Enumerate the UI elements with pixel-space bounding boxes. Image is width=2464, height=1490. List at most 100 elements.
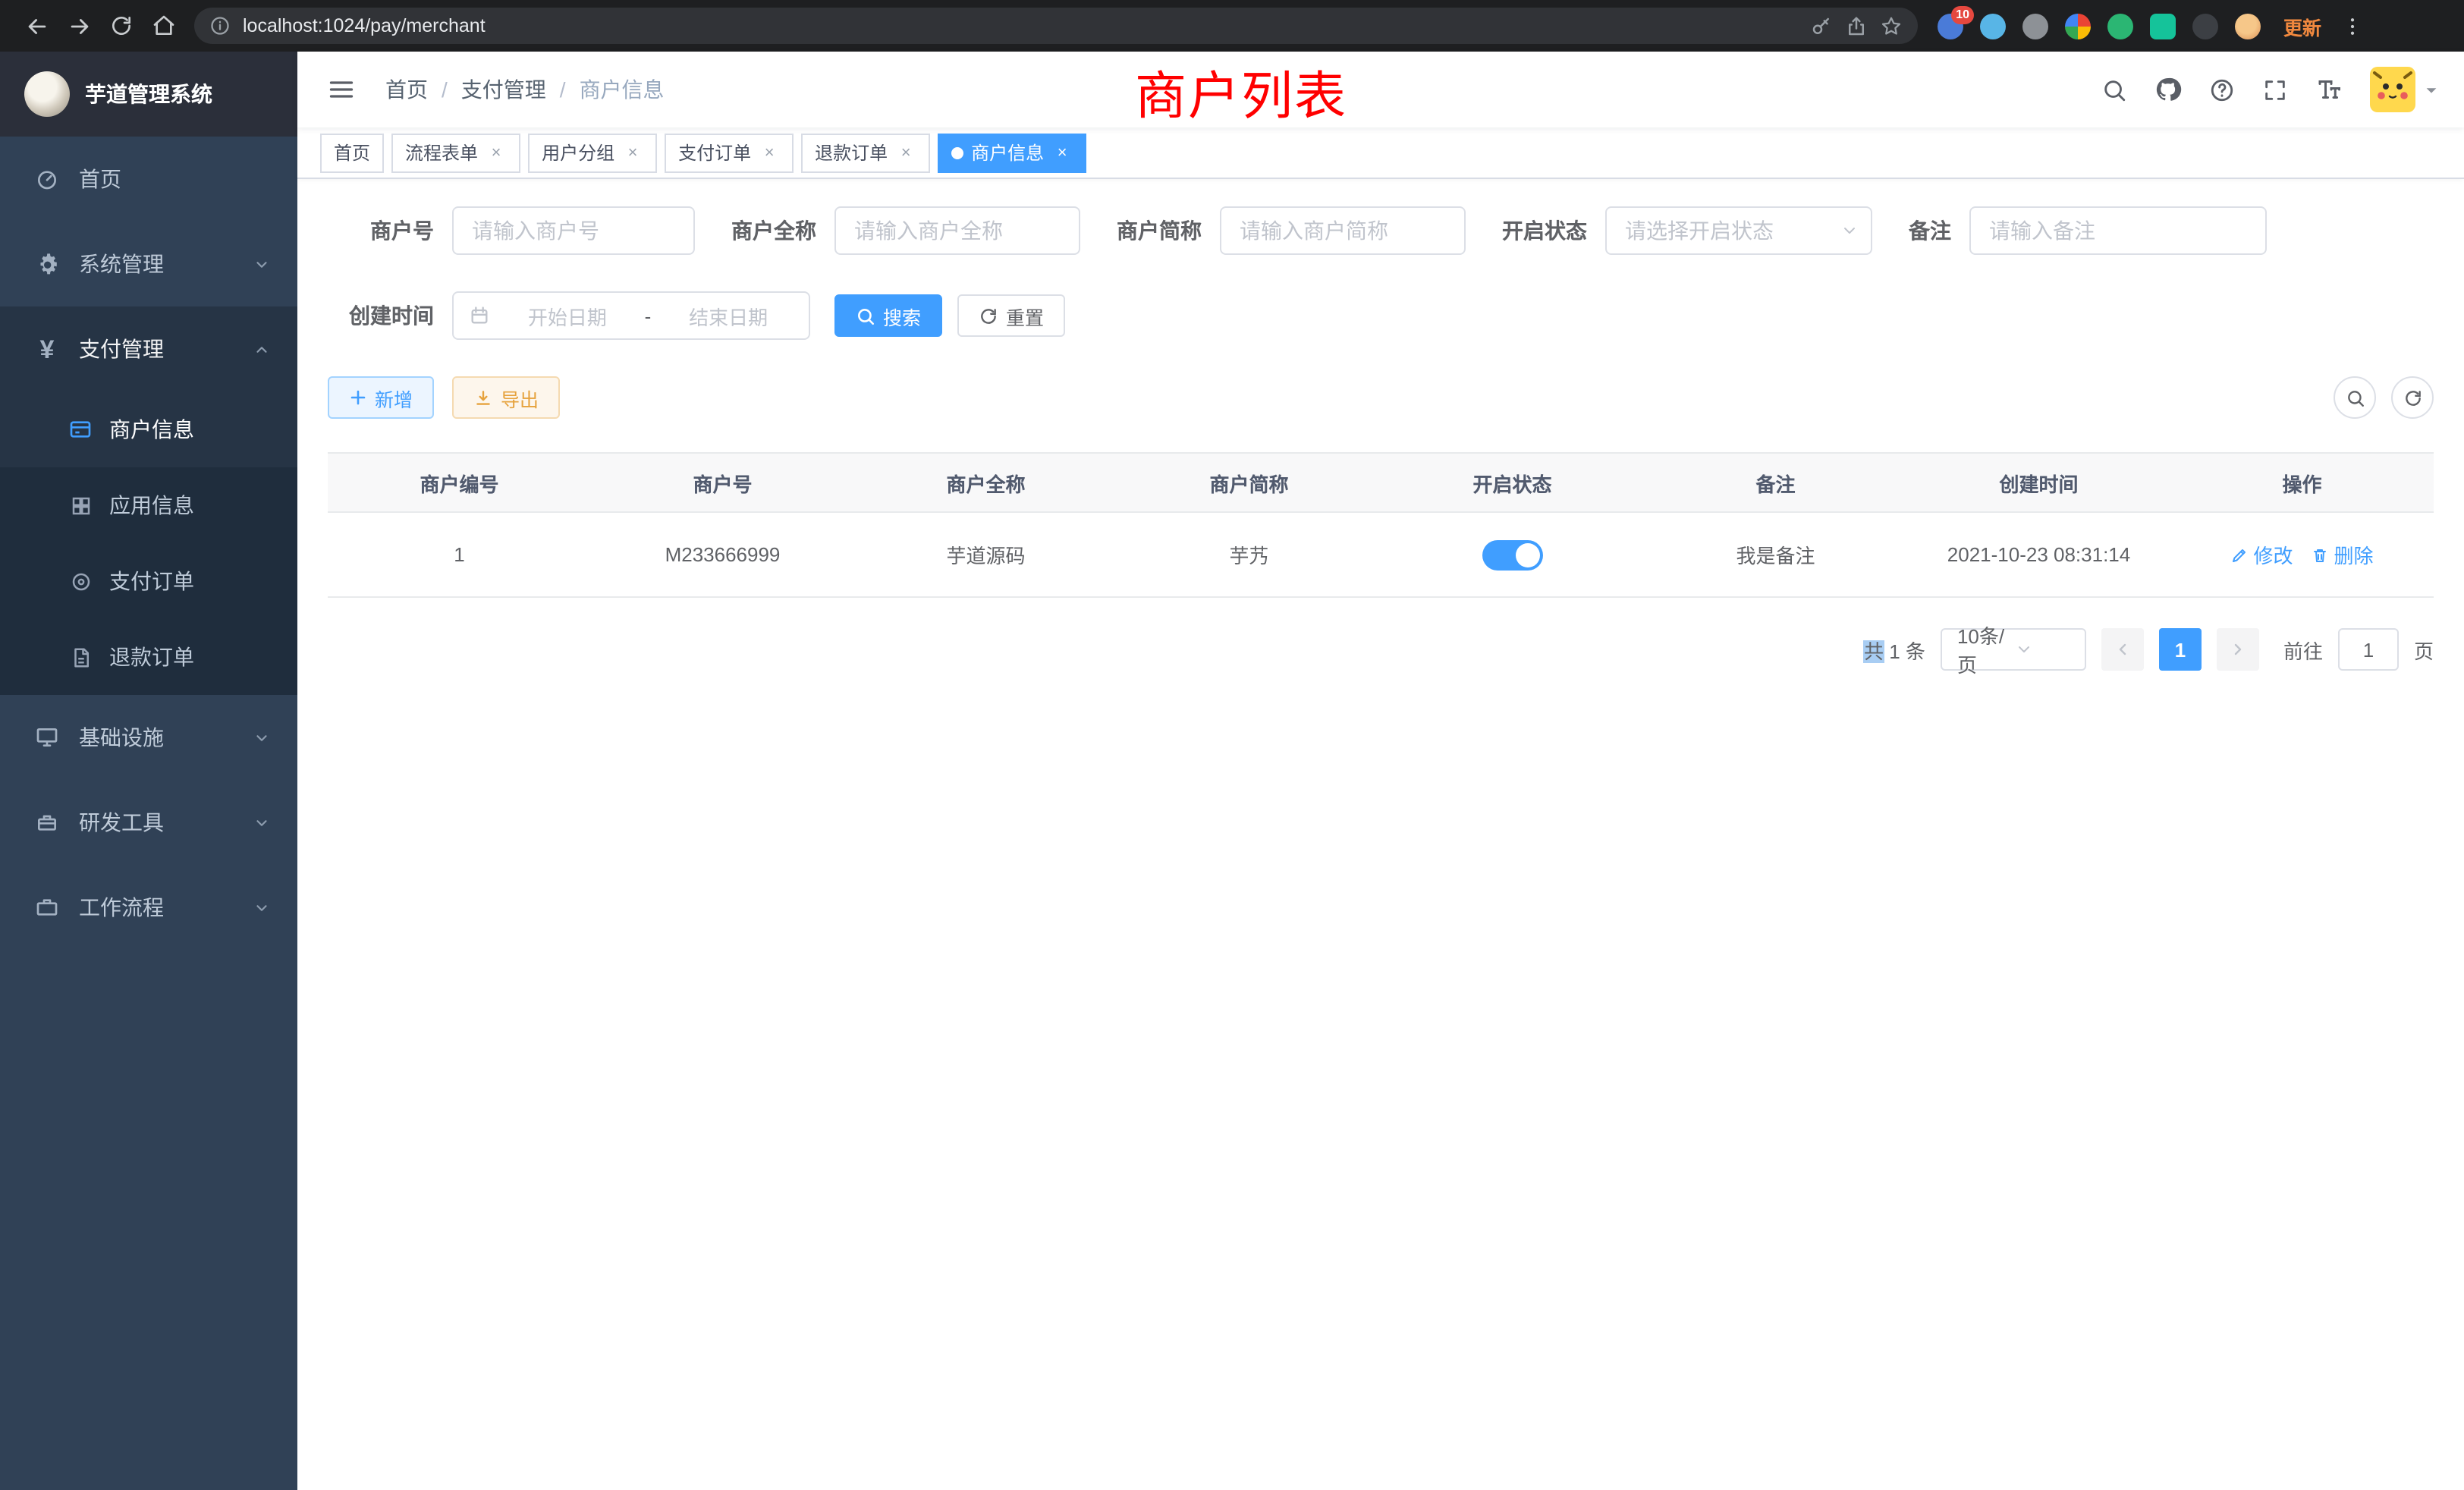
sidebar-item-label: 研发工具 xyxy=(79,807,164,838)
delete-link[interactable]: 删除 xyxy=(2312,540,2374,569)
pagination-total-rest: 1 条 xyxy=(1884,640,1925,662)
user-avatar-button[interactable] xyxy=(2370,67,2440,112)
url-text[interactable]: localhost:1024/pay/merchant xyxy=(243,15,1798,36)
font-size-icon[interactable] xyxy=(2315,76,2343,103)
help-icon[interactable] xyxy=(2209,77,2235,102)
breadcrumb-current: 商户信息 xyxy=(580,74,665,105)
cell-status xyxy=(1381,539,1644,570)
back-button[interactable] xyxy=(15,5,58,47)
refresh-button[interactable] xyxy=(100,5,143,47)
tab-close-icon[interactable] xyxy=(622,142,643,163)
date-end-placeholder[interactable]: 结束日期 xyxy=(663,301,794,330)
password-key-icon[interactable] xyxy=(1810,14,1833,37)
tab-process-form[interactable]: 流程表单 xyxy=(391,133,520,172)
reset-button[interactable]: 重置 xyxy=(957,294,1065,337)
merchant-shortname-input[interactable] xyxy=(1220,206,1466,255)
sidebar-item-pay-order[interactable]: 支付订单 xyxy=(0,543,297,619)
sidebar-item-merchant-info[interactable]: 商户信息 xyxy=(0,391,297,467)
remark-input[interactable] xyxy=(1969,206,2267,255)
date-range-picker[interactable]: 开始日期 - 结束日期 xyxy=(452,291,810,340)
status-toggle[interactable] xyxy=(1482,539,1543,570)
merchant-no-input[interactable] xyxy=(452,206,695,255)
browser-menu-button[interactable] xyxy=(2341,14,2364,37)
tab-close-icon[interactable] xyxy=(486,142,507,163)
home-button[interactable] xyxy=(143,5,185,47)
search-icon xyxy=(856,306,875,325)
cell-actions: 修改 删除 xyxy=(2170,540,2434,569)
chevron-right-icon xyxy=(2229,640,2247,659)
share-icon[interactable] xyxy=(1845,14,1868,37)
tab-label: 退款订单 xyxy=(815,140,888,165)
add-button[interactable]: 新增 xyxy=(328,376,434,419)
extension-icon-drop[interactable] xyxy=(1980,13,2006,39)
sidebar-item-home[interactable]: 首页 xyxy=(0,137,297,222)
table-header: 开启状态 xyxy=(1381,468,1644,497)
table-row: 1 M233666999 芋道源码 芋艿 我是备注 2021-10-23 08:… xyxy=(328,513,2434,598)
edit-link[interactable]: 修改 xyxy=(2230,540,2293,569)
forward-button[interactable] xyxy=(58,5,100,47)
sidebar-item-infrastructure[interactable]: 基础设施 xyxy=(0,695,297,780)
extension-icon-green-square[interactable] xyxy=(2150,13,2176,39)
header-search-icon[interactable] xyxy=(2101,77,2127,102)
breadcrumb-home[interactable]: 首页 xyxy=(385,74,428,105)
tab-label: 支付订单 xyxy=(678,140,751,165)
tab-home[interactable]: 首页 xyxy=(320,133,384,172)
bookmark-star-icon[interactable] xyxy=(1880,14,1903,37)
remark-label: 备注 xyxy=(1909,215,1951,246)
site-info-icon[interactable] xyxy=(209,15,231,36)
fullscreen-icon[interactable] xyxy=(2262,77,2288,102)
refresh-table-button[interactable] xyxy=(2391,376,2434,419)
tab-pay-order[interactable]: 支付订单 xyxy=(665,133,794,172)
sidebar-item-system[interactable]: 系统管理 xyxy=(0,222,297,306)
breadcrumb-payment[interactable]: 支付管理 xyxy=(461,74,546,105)
extension-icon-google[interactable] xyxy=(2065,13,2091,39)
page-number-1[interactable]: 1 xyxy=(2159,628,2202,671)
filter-row-2: 创建时间 开始日期 - 结束日期 搜索 xyxy=(328,291,2434,340)
status-select[interactable]: 请选择开启状态 xyxy=(1605,206,1872,255)
sidebar-toggle-button[interactable] xyxy=(322,70,361,109)
sidebar-item-workflow[interactable]: 工作流程 xyxy=(0,865,297,950)
sidebar-item-label: 基础设施 xyxy=(79,722,164,753)
goto-label: 前往 xyxy=(2283,635,2323,664)
sidebar-item-dev-tools[interactable]: 研发工具 xyxy=(0,780,297,865)
hamburger-icon xyxy=(328,76,355,103)
tab-close-icon[interactable] xyxy=(759,142,780,163)
prev-page-button[interactable] xyxy=(2101,628,2144,671)
trash-icon xyxy=(2312,545,2330,564)
tab-close-icon[interactable] xyxy=(1051,142,1073,163)
export-button-label: 导出 xyxy=(501,383,539,412)
app-logo[interactable]: 芋道管理系统 xyxy=(0,52,297,137)
navbar-actions xyxy=(2101,67,2440,112)
extension-icon-gray[interactable] xyxy=(2022,13,2048,39)
sidebar: 芋道管理系统 首页 系统管理 ¥ 支付管理 xyxy=(0,52,297,1490)
sidebar-item-refund-order[interactable]: 退款订单 xyxy=(0,619,297,695)
search-button[interactable]: 搜索 xyxy=(834,294,942,337)
tab-merchant-info[interactable]: 商户信息 xyxy=(938,133,1086,172)
next-page-button[interactable] xyxy=(2217,628,2259,671)
toggle-search-button[interactable] xyxy=(2334,376,2376,419)
goto-page-input[interactable] xyxy=(2338,628,2399,671)
sidebar-item-app-info[interactable]: 应用信息 xyxy=(0,467,297,543)
extension-icon-dark[interactable] xyxy=(2192,13,2218,39)
tab-user-group[interactable]: 用户分组 xyxy=(528,133,657,172)
browser-update-button[interactable]: 更新 xyxy=(2283,11,2321,40)
github-icon[interactable] xyxy=(2154,76,2182,103)
page-size-select[interactable]: 10条/页 xyxy=(1941,628,2086,671)
address-bar[interactable]: localhost:1024/pay/merchant xyxy=(194,8,1918,44)
app-title: 芋道管理系统 xyxy=(85,79,212,109)
edit-link-label: 修改 xyxy=(2253,540,2293,569)
extension-icon-green-circle[interactable] xyxy=(2107,13,2133,39)
profile-avatar-icon[interactable] xyxy=(2235,13,2261,39)
merchant-fullname-input[interactable] xyxy=(834,206,1080,255)
arrow-left-icon xyxy=(24,13,49,39)
refresh-icon xyxy=(2403,388,2422,407)
sidebar-item-payment[interactable]: ¥ 支付管理 xyxy=(0,306,297,391)
tab-close-icon[interactable] xyxy=(895,142,916,163)
extension-icon-blue[interactable]: 10 xyxy=(1938,13,1963,39)
tab-refund-order[interactable]: 退款订单 xyxy=(801,133,930,172)
order-circle-icon xyxy=(67,570,94,593)
export-button[interactable]: 导出 xyxy=(452,376,560,419)
date-start-placeholder[interactable]: 开始日期 xyxy=(502,301,633,330)
table-header: 创建时间 xyxy=(1907,468,2170,497)
chevron-down-icon xyxy=(253,899,270,916)
